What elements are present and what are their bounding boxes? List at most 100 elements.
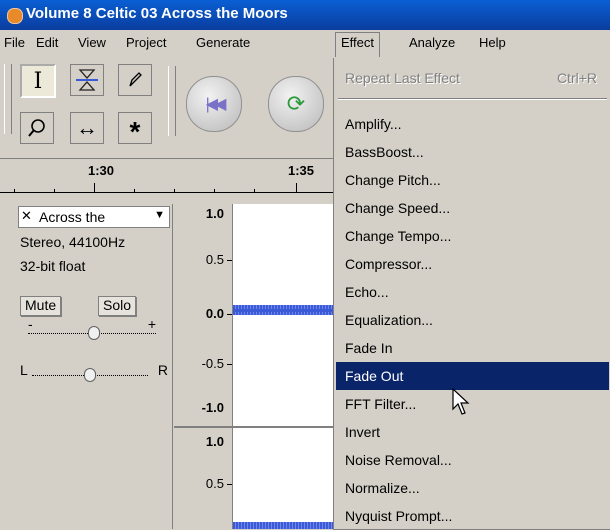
audacity-app-icon: [7, 8, 23, 24]
scale-label: 0.5: [205, 252, 224, 267]
waveform-lower[interactable]: [233, 428, 338, 529]
draw-tool-button[interactable]: [118, 64, 152, 96]
toolbar-grip[interactable]: [4, 64, 12, 134]
menu-item-fade-out[interactable]: Fade Out: [336, 362, 609, 390]
menu-item-label: Echo...: [345, 284, 389, 300]
scale-tick: [227, 484, 232, 485]
menu-item-invert[interactable]: Invert: [336, 418, 609, 446]
menu-item-nyquist-prompt[interactable]: Nyquist Prompt...: [336, 502, 609, 530]
menu-item-compressor[interactable]: Compressor...: [336, 250, 609, 278]
timeshift-tool-button[interactable]: ↔: [70, 112, 104, 144]
pan-slider[interactable]: L R: [20, 362, 168, 382]
menu-bar: File Edit View Project Generate Effect A…: [0, 30, 610, 58]
pencil-icon: [129, 72, 142, 87]
menu-item-change-speed[interactable]: Change Speed...: [336, 194, 609, 222]
track-area: ✕ Across the ▼ Stereo, 44100Hz 32-bit fl…: [0, 198, 338, 529]
menu-item-change-tempo[interactable]: Change Tempo...: [336, 222, 609, 250]
menu-item-echo[interactable]: Echo...: [336, 278, 609, 306]
menu-item-label: BassBoost...: [345, 144, 424, 160]
gain-plus-label: +: [147, 316, 156, 332]
menu-item-normalize[interactable]: Normalize...: [336, 474, 609, 502]
menu-item-label: Compressor...: [345, 256, 433, 272]
close-track-icon[interactable]: ✕: [21, 208, 32, 224]
scale-label: 0.0: [205, 306, 224, 321]
pan-right-label: R: [157, 362, 168, 378]
track-bitdepth: 32-bit float: [20, 258, 86, 274]
menu-item-label: Noise Removal...: [345, 452, 452, 468]
menu-item-amplify[interactable]: Amplify...: [336, 110, 609, 138]
mouse-pointer-icon: [452, 388, 470, 415]
envelope-icon: [76, 69, 98, 91]
menu-analyze[interactable]: Analyze: [409, 35, 455, 50]
menu-separator: [338, 98, 607, 100]
menu-project[interactable]: Project: [126, 35, 166, 50]
track-format: Stereo, 44100Hz: [20, 234, 126, 250]
zoom-tool-button[interactable]: [20, 112, 54, 144]
gain-slider[interactable]: - +: [28, 316, 156, 340]
loop-icon: ⟳: [286, 91, 306, 116]
ruler-label-2: 1:35: [288, 163, 315, 178]
pan-slider-knob[interactable]: [84, 368, 96, 382]
menu-item-label: Change Speed...: [345, 200, 451, 216]
track-name-dropdown[interactable]: ✕ Across the ▼: [18, 206, 170, 228]
envelope-tool-button[interactable]: [70, 64, 104, 96]
track-name: Across the: [39, 209, 106, 225]
menu-item-label: Change Tempo...: [345, 228, 452, 244]
skip-to-start-icon: |◀◀: [205, 96, 227, 113]
menu-item-label: Nyquist Prompt...: [345, 508, 453, 524]
menu-view[interactable]: View: [78, 35, 106, 50]
ruler-tick: [94, 183, 95, 193]
multi-tool-button[interactable]: *: [118, 112, 152, 147]
scale-label: -0.5: [201, 356, 224, 371]
i-beam-icon: I: [33, 68, 43, 94]
skip-to-start-button[interactable]: |◀◀: [186, 76, 242, 132]
gain-minus-label: -: [28, 316, 33, 332]
amplitude-scale-upper: 1.0 0.5 0.0 -0.5 -1.0: [174, 204, 233, 426]
menu-item-fade-in[interactable]: Fade In: [336, 334, 609, 362]
transport-grip[interactable]: [168, 66, 176, 136]
scale-label: 1.0: [205, 206, 224, 221]
menu-item-noise-removal[interactable]: Noise Removal...: [336, 446, 609, 474]
menu-item-change-pitch[interactable]: Change Pitch...: [336, 166, 609, 194]
selection-tool-button[interactable]: I: [20, 64, 56, 98]
window-title: Volume 8 Celtic 03 Across the Moors: [26, 5, 288, 22]
scale-tick: [227, 314, 232, 315]
menu-item-label: Normalize...: [345, 480, 420, 496]
tools-toolbar: I ↔ * |◀◀ ⟳: [0, 58, 338, 158]
ruler-tick: [14, 189, 15, 193]
menu-item-equalization[interactable]: Equalization...: [336, 306, 609, 334]
scale-label: -1.0: [201, 400, 224, 415]
menu-file[interactable]: File: [4, 35, 25, 50]
double-arrow-icon: ↔: [76, 115, 98, 140]
ruler-tick: [254, 189, 255, 193]
menu-edit[interactable]: Edit: [36, 35, 58, 50]
scale-tick: [227, 260, 232, 261]
mute-button[interactable]: Mute: [20, 296, 62, 316]
magnifier-icon: [28, 119, 45, 137]
menu-help[interactable]: Help: [479, 35, 506, 50]
timeline-ruler[interactable]: 1:30 1:35: [0, 158, 338, 199]
chevron-down-icon: ▼: [154, 209, 165, 221]
menu-effect[interactable]: Effect: [335, 32, 381, 57]
ruler-tick: [134, 189, 135, 193]
menu-item-bassboost[interactable]: BassBoost...: [336, 138, 609, 166]
menu-item-label: Fade Out: [345, 368, 404, 384]
scale-tick: [227, 364, 232, 365]
amplitude-scale-lower: 1.0 0.5: [174, 428, 233, 529]
menu-item-label: Amplify...: [345, 116, 402, 132]
loop-button[interactable]: ⟳: [268, 76, 324, 132]
ruler-label-1: 1:30: [88, 163, 115, 178]
menu-item-fft-filter[interactable]: FFT Filter...: [336, 390, 609, 418]
menu-item-shortcut: Ctrl+R: [556, 70, 597, 86]
waveform-upper[interactable]: [233, 204, 338, 426]
ruler-tick: [214, 189, 215, 193]
menu-item-label: Repeat Last Effect: [345, 70, 460, 86]
pan-left-label: L: [20, 362, 28, 378]
solo-button[interactable]: Solo: [98, 296, 137, 316]
gain-slider-knob[interactable]: [88, 326, 100, 340]
effect-menu-dropdown: Repeat Last Effect Ctrl+R Amplify... Bas…: [333, 58, 610, 530]
ruler-baseline: [0, 192, 338, 193]
menu-generate[interactable]: Generate: [196, 35, 250, 50]
menu-item-label: FFT Filter...: [345, 396, 417, 412]
asterisk-icon: *: [129, 116, 141, 147]
